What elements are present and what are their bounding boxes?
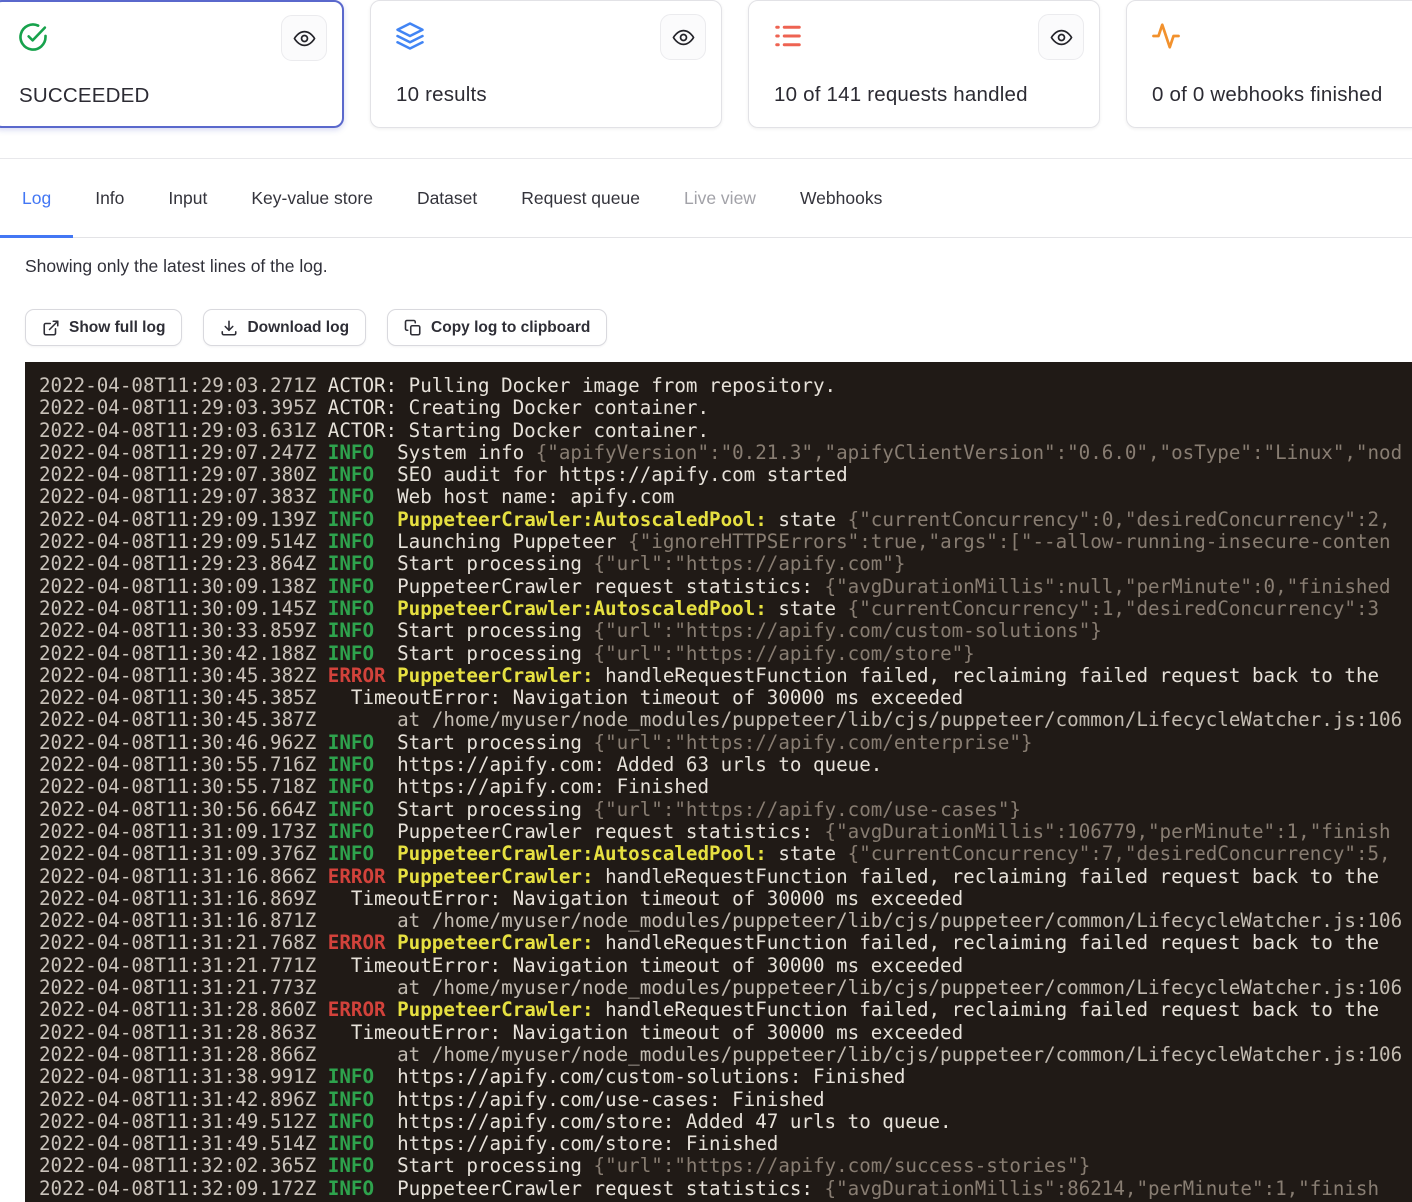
- log-line: 2022-04-08T11:31:21.771Z TimeoutError: N…: [39, 955, 1412, 977]
- log-line: 2022-04-08T11:29:03.271Z ACTOR: Pulling …: [39, 375, 1412, 397]
- external-link-icon: [42, 319, 60, 337]
- status-card-10-results[interactable]: 10 results: [370, 0, 722, 128]
- log-line: 2022-04-08T11:31:28.860Z ERROR Puppeteer…: [39, 999, 1412, 1021]
- status-card-succeeded[interactable]: SUCCEEDED: [0, 0, 344, 128]
- log-line: 2022-04-08T11:31:28.863Z TimeoutError: N…: [39, 1022, 1412, 1044]
- log-line: 2022-04-08T11:30:56.664Z INFO Start proc…: [39, 799, 1412, 821]
- log-line: 2022-04-08T11:31:42.896Z INFO https://ap…: [39, 1089, 1412, 1111]
- log-line: 2022-04-08T11:31:28.866Z at /home/myuser…: [39, 1044, 1412, 1066]
- log-line: 2022-04-08T11:31:09.376Z INFO PuppeteerC…: [39, 843, 1412, 865]
- log-line: 2022-04-08T11:30:45.382Z ERROR Puppeteer…: [39, 665, 1412, 687]
- log-panel[interactable]: 2022-04-08T11:29:03.271Z ACTOR: Pulling …: [25, 362, 1412, 1202]
- tab-dataset[interactable]: Dataset: [395, 159, 499, 237]
- activity-icon: [1151, 21, 1181, 51]
- card-label: 0 of 0 webhooks finished: [1152, 83, 1382, 107]
- show-full-log-button[interactable]: Show full log: [25, 309, 182, 346]
- tab-request-queue[interactable]: Request queue: [499, 159, 662, 237]
- log-line: 2022-04-08T11:31:38.991Z INFO https://ap…: [39, 1066, 1412, 1088]
- eye-button[interactable]: [1038, 14, 1084, 60]
- log-line: 2022-04-08T11:30:42.188Z INFO Start proc…: [39, 643, 1412, 665]
- status-card-0-of-0-webhooks-finished[interactable]: 0 of 0 webhooks finished: [1126, 0, 1412, 128]
- tab-info[interactable]: Info: [73, 159, 146, 237]
- log-line: 2022-04-08T11:30:33.859Z INFO Start proc…: [39, 620, 1412, 642]
- eye-icon: [1050, 26, 1073, 49]
- tab-input[interactable]: Input: [146, 159, 229, 237]
- log-line: 2022-04-08T11:31:16.866Z ERROR Puppeteer…: [39, 866, 1412, 888]
- layers-icon: [395, 21, 425, 51]
- card-label: 10 results: [396, 83, 487, 107]
- copy-icon: [404, 319, 422, 337]
- log-actions-row: Show full log Download log Copy log to cli…: [25, 309, 607, 346]
- log-line: 2022-04-08T11:30:09.138Z INFO PuppeteerC…: [39, 576, 1412, 598]
- button-label: Download log: [247, 319, 349, 337]
- copy-log-to-clipboard-button[interactable]: Copy log to clipboard: [387, 309, 607, 346]
- list-icon: [773, 21, 803, 51]
- log-line: 2022-04-08T11:29:03.395Z ACTOR: Creating…: [39, 397, 1412, 419]
- log-notice: Showing only the latest lines of the log…: [25, 256, 328, 277]
- tab-log[interactable]: Log: [0, 159, 73, 237]
- log-line: 2022-04-08T11:31:49.514Z INFO https://ap…: [39, 1133, 1412, 1155]
- log-line: 2022-04-08T11:29:09.139Z INFO PuppeteerC…: [39, 509, 1412, 531]
- check-circle-icon: [18, 22, 48, 52]
- status-card-10-of-141-requests-handled[interactable]: 10 of 141 requests handled: [748, 0, 1100, 128]
- log-line: 2022-04-08T11:30:45.385Z TimeoutError: N…: [39, 687, 1412, 709]
- button-label: Copy log to clipboard: [431, 319, 590, 337]
- button-label: Show full log: [69, 319, 165, 337]
- tab-bar: LogInfoInputKey-value storeDatasetReques…: [0, 158, 1412, 238]
- log-line: 2022-04-08T11:30:46.962Z INFO Start proc…: [39, 732, 1412, 754]
- log-line: 2022-04-08T11:30:55.718Z INFO https://ap…: [39, 776, 1412, 798]
- eye-icon: [672, 26, 695, 49]
- status-cards-row: SUCCEEDED 10 results 10 of 141 requests ha…: [0, 0, 1412, 128]
- log-line: 2022-04-08T11:29:23.864Z INFO Start proc…: [39, 553, 1412, 575]
- log-line: 2022-04-08T11:32:02.365Z INFO Start proc…: [39, 1155, 1412, 1177]
- eye-icon: [293, 27, 316, 50]
- log-line: 2022-04-08T11:29:07.380Z INFO SEO audit …: [39, 464, 1412, 486]
- log-line: 2022-04-08T11:29:09.514Z INFO Launching …: [39, 531, 1412, 553]
- log-line: 2022-04-08T11:29:03.631Z ACTOR: Starting…: [39, 420, 1412, 442]
- card-label: SUCCEEDED: [19, 84, 150, 108]
- card-label: 10 of 141 requests handled: [774, 83, 1028, 107]
- eye-button[interactable]: [660, 14, 706, 60]
- log-line: 2022-04-08T11:31:09.173Z INFO PuppeteerC…: [39, 821, 1412, 843]
- log-line: 2022-04-08T11:31:16.869Z TimeoutError: N…: [39, 888, 1412, 910]
- log-line: 2022-04-08T11:31:21.768Z ERROR Puppeteer…: [39, 932, 1412, 954]
- log-line: 2022-04-08T11:31:16.871Z at /home/myuser…: [39, 910, 1412, 932]
- tab-key-value-store[interactable]: Key-value store: [229, 159, 395, 237]
- eye-button[interactable]: [281, 15, 327, 61]
- log-line: 2022-04-08T11:31:49.512Z INFO https://ap…: [39, 1111, 1412, 1133]
- tab-live-view: Live view: [662, 159, 778, 237]
- log-line: 2022-04-08T11:31:21.773Z at /home/myuser…: [39, 977, 1412, 999]
- log-line: 2022-04-08T11:29:07.247Z INFO System inf…: [39, 442, 1412, 464]
- log-line: 2022-04-08T11:30:55.716Z INFO https://ap…: [39, 754, 1412, 776]
- download-log-button[interactable]: Download log: [203, 309, 366, 346]
- tab-webhooks[interactable]: Webhooks: [778, 159, 904, 237]
- log-line: 2022-04-08T11:30:09.145Z INFO PuppeteerC…: [39, 598, 1412, 620]
- download-icon: [220, 319, 238, 337]
- log-line: 2022-04-08T11:30:45.387Z at /home/myuser…: [39, 709, 1412, 731]
- log-line: 2022-04-08T11:29:07.383Z INFO Web host n…: [39, 486, 1412, 508]
